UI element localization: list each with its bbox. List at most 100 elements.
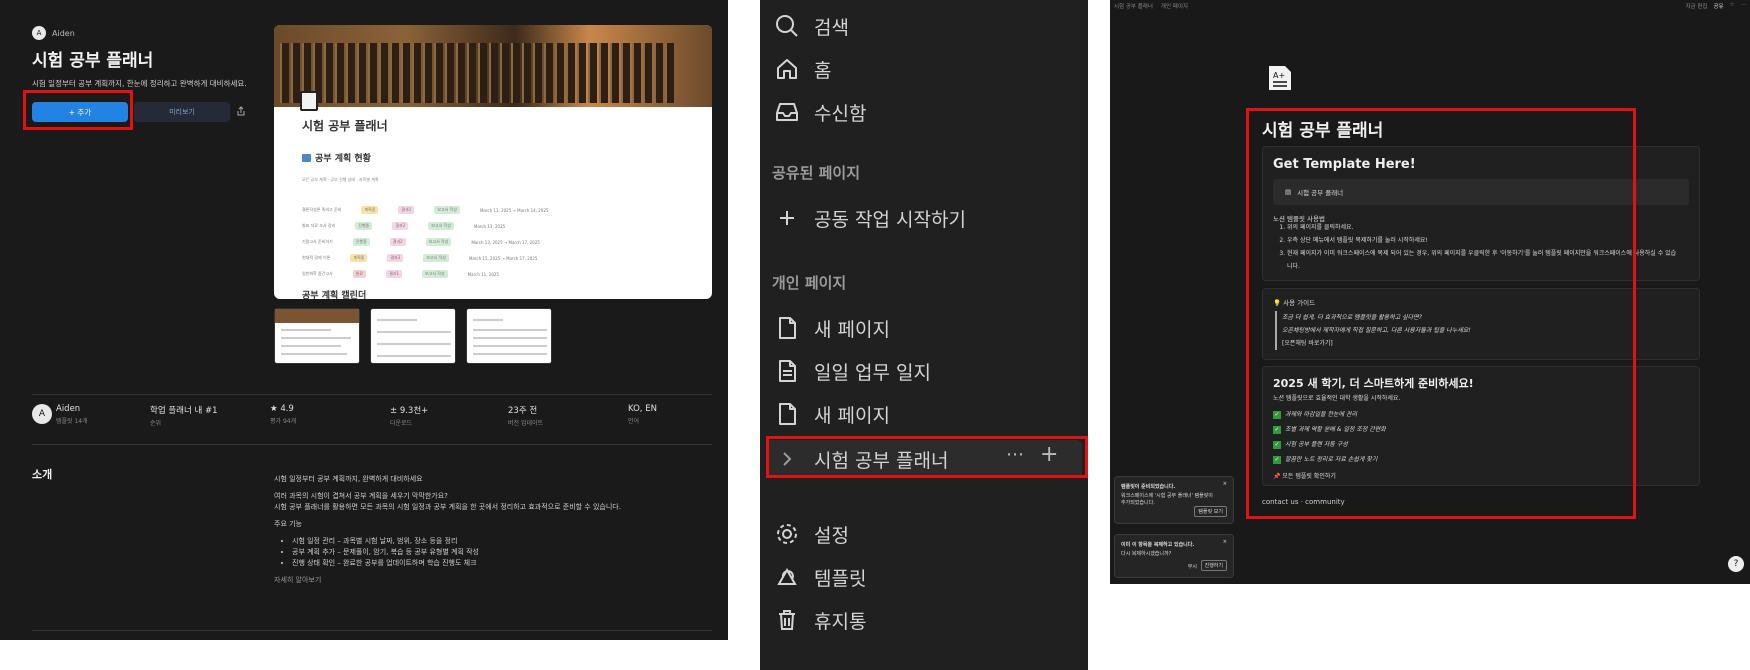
grade-icon: A+ — [1269, 66, 1291, 90]
template-preview[interactable]: 시험 공부 플래너 공부 계획 현황 모든 공부 계획 · 공부 진행 상태 ·… — [274, 25, 712, 299]
sidebar-item-trash[interactable]: 휴지통 — [774, 602, 866, 638]
sidebar-item-page[interactable]: 새 페이지 — [774, 396, 890, 432]
toast-body: 다시 복제하시겠습니까? — [1121, 551, 1172, 557]
preview-calendar-heading: 공부 계획 캘린더 — [302, 291, 367, 299]
stat-language: KO, EN 언어 — [628, 404, 657, 425]
sidebar-item-label: 검색 — [814, 16, 849, 39]
thumbnail[interactable] — [370, 308, 456, 364]
avatar[interactable]: A — [32, 404, 52, 424]
sidebar-item-inbox[interactable]: 수신함 — [774, 94, 866, 130]
ignore-button[interactable]: 무시 — [1188, 563, 1197, 570]
proceed-button[interactable]: 진행하기 — [1200, 560, 1227, 571]
table-row: 발표 자료 조사 정리 진행중 결과2 보고서 작성 March 13, 2025 — [302, 222, 506, 230]
stat-rank: 학업 플래너 내 #1 순위 — [150, 406, 218, 427]
sidebar-item-search[interactable]: 검색 — [774, 8, 849, 44]
inbox-icon — [776, 103, 798, 121]
sidebar-item-home[interactable]: 홈 — [774, 51, 831, 87]
sidebar-item-label: 홈 — [814, 59, 832, 82]
features-list: 시험 일정 관리 – 과목별 시험 날짜, 범위, 장소 등을 정리 공부 계획… — [274, 536, 714, 569]
toast-title: 템플릿이 준비되었습니다. — [1121, 484, 1176, 490]
templates-icon — [777, 567, 797, 585]
sidebar-item-label: 새 페이지 — [814, 404, 890, 427]
avatar: A — [32, 26, 46, 40]
list-item: 공부 계획 추가 – 문제풀이, 암기, 복습 등 공부 유형별 계획 작성 — [292, 547, 714, 558]
list-item: 시험 일정 관리 – 과목별 시험 날짜, 범위, 장소 등을 정리 — [292, 536, 714, 547]
document-icon — [779, 360, 796, 382]
table-row: 결론작성론 족의고 준비 계획중 결과1 보고서 작성 March 13, 2025 →… — [302, 206, 549, 214]
sidebar-item-label: 설정 — [814, 524, 849, 547]
thumbnail-strip — [274, 308, 552, 364]
preview-title: 시험 공부 플래너 — [302, 119, 388, 133]
toast-duplicate: 이미 이 항목을 복제하고 있습니다. 다시 복제하시겠습니까? × 무시 진행… — [1114, 534, 1234, 578]
read-more-link[interactable]: 자세히 알아보기 — [274, 575, 714, 586]
banner-image — [274, 25, 712, 107]
star-icon[interactable]: ☆ — [1730, 2, 1735, 10]
stats-row: A Aiden 템플릿 14개 학업 플래너 내 #1 순위 ★ 4.9 평가 94개… — [32, 404, 722, 434]
shared-section-heading: 공유된 페이지 — [772, 164, 861, 182]
page-icon — [779, 317, 796, 339]
edited-status: 지금 편집 — [1685, 4, 1708, 10]
page-icon — [300, 91, 318, 111]
top-bar: 시험 공부 플래너 개인 페이지 지금 편집 공유 ☆ ⋯ — [1110, 0, 1750, 12]
svg-text:A+: A+ — [1273, 71, 1285, 80]
stat-rating: ★ 4.9 평가 94개 — [270, 404, 297, 425]
home-icon — [777, 59, 797, 79]
table-row: 일반화학 중간고사 완료 결과1 보고서 작성 March 11, 2025 — [302, 270, 499, 278]
toast-template-ready: 템플릿이 준비되었습니다. 워크스페이스에 '시험 공부 플래너' 템플릿이 추… — [1114, 476, 1234, 524]
author-header[interactable]: A Aiden — [32, 26, 75, 40]
intro-paragraph: 시험 일정부터 공부 계획까지, 완벽하게 대비하세요 — [274, 475, 423, 483]
intro-body: 시험 일정부터 공부 계획까지, 완벽하게 대비하세요 여러 과목의 시험이 겹… — [274, 474, 714, 592]
page-icon — [779, 403, 796, 425]
sidebar-item-label: 새 페이지 — [814, 318, 890, 341]
search-icon — [776, 15, 798, 37]
share-icon[interactable] — [236, 106, 246, 116]
author-name: Aiden — [52, 28, 75, 38]
private-section-heading: 개인 페이지 — [772, 274, 847, 292]
thumbnail[interactable] — [466, 308, 552, 364]
help-icon[interactable]: ? — [1728, 556, 1744, 572]
breadcrumb[interactable]: 시험 공부 플래너 — [1114, 2, 1153, 10]
thumbnail[interactable] — [274, 308, 360, 364]
highlight-box — [23, 90, 133, 130]
sidebar-item-label: 템플릿 — [814, 567, 867, 590]
start-collab-item[interactable]: 공동 작업 시작하기 — [774, 200, 966, 236]
toast-body: 워크스페이스에 '시험 공부 플래너' 템플릿이 추가되었습니다. — [1121, 493, 1213, 506]
sidebar-panel: 검색 홈 수신함 공유된 페이지 공동 작업 시작하기 개인 페이지 새 페이지… — [760, 0, 1088, 670]
preview-tabs: 모든 공부 계획 · 공부 진행 상태 · 과목별 계획 — [302, 177, 379, 182]
sidebar-item-page[interactable]: 일일 업무 일지 — [774, 353, 931, 389]
sidebar-item-label: 공동 작업 시작하기 — [814, 208, 966, 231]
stat-downloads: ± 9.3천+ 다운로드 — [390, 406, 429, 427]
close-icon[interactable]: × — [1223, 481, 1227, 487]
divider — [32, 444, 712, 445]
view-template-button[interactable]: 템플릿 보기 — [1194, 506, 1227, 517]
intro-paragraph: 여러 과목의 시험이 겹쳐서 공부 계획을 세우기 막막한가요? 시험 공부 플래… — [274, 492, 621, 511]
highlight-box — [766, 436, 1088, 478]
sidebar-item-label: 수신함 — [814, 102, 867, 125]
stat-author[interactable]: Aiden 템플릿 14개 — [56, 404, 88, 425]
divider — [32, 394, 712, 395]
toast-title: 이미 이 항목을 복제하고 있습니다. — [1121, 542, 1195, 548]
highlight-box — [1246, 108, 1636, 519]
plus-icon — [780, 211, 794, 225]
share-button[interactable]: 공유 — [1713, 2, 1723, 10]
more-icon[interactable]: ⋯ — [1741, 2, 1747, 10]
gear-icon — [777, 524, 797, 544]
sidebar-item-page[interactable]: 새 페이지 — [774, 310, 890, 346]
sidebar-item-label: 휴지통 — [814, 610, 867, 633]
intro-heading: 소개 — [32, 468, 53, 481]
preview-button[interactable]: 미리보기 — [134, 102, 230, 122]
template-title: 시험 공부 플래너 — [32, 51, 154, 71]
close-icon[interactable]: × — [1223, 539, 1227, 545]
divider — [32, 630, 712, 631]
sidebar-item-settings[interactable]: 설정 — [774, 516, 849, 552]
breadcrumb[interactable]: 개인 페이지 — [1161, 2, 1188, 10]
trash-icon — [779, 610, 795, 630]
list-item: 진행 상태 확인 – 완료한 공부를 업데이트하며 학습 진행도 체크 — [292, 558, 714, 569]
sidebar-item-label: 일일 업무 일지 — [814, 361, 931, 384]
template-subtitle: 시험 일정부터 공부 계획까지, 한눈에 정리하고 완벽하게 대비하세요. — [32, 79, 247, 88]
preview-section-heading: 공부 계획 현황 — [302, 151, 371, 164]
table-row: 현대적 경제 이론 계획중 결과3 보고서 작성 March 15, 2025 → Ma… — [302, 254, 538, 262]
features-heading: 주요 기능 — [274, 520, 302, 528]
stat-updated: 23주 전 버전 업데이트 — [508, 406, 544, 427]
sidebar-item-templates[interactable]: 템플릿 — [774, 559, 866, 595]
